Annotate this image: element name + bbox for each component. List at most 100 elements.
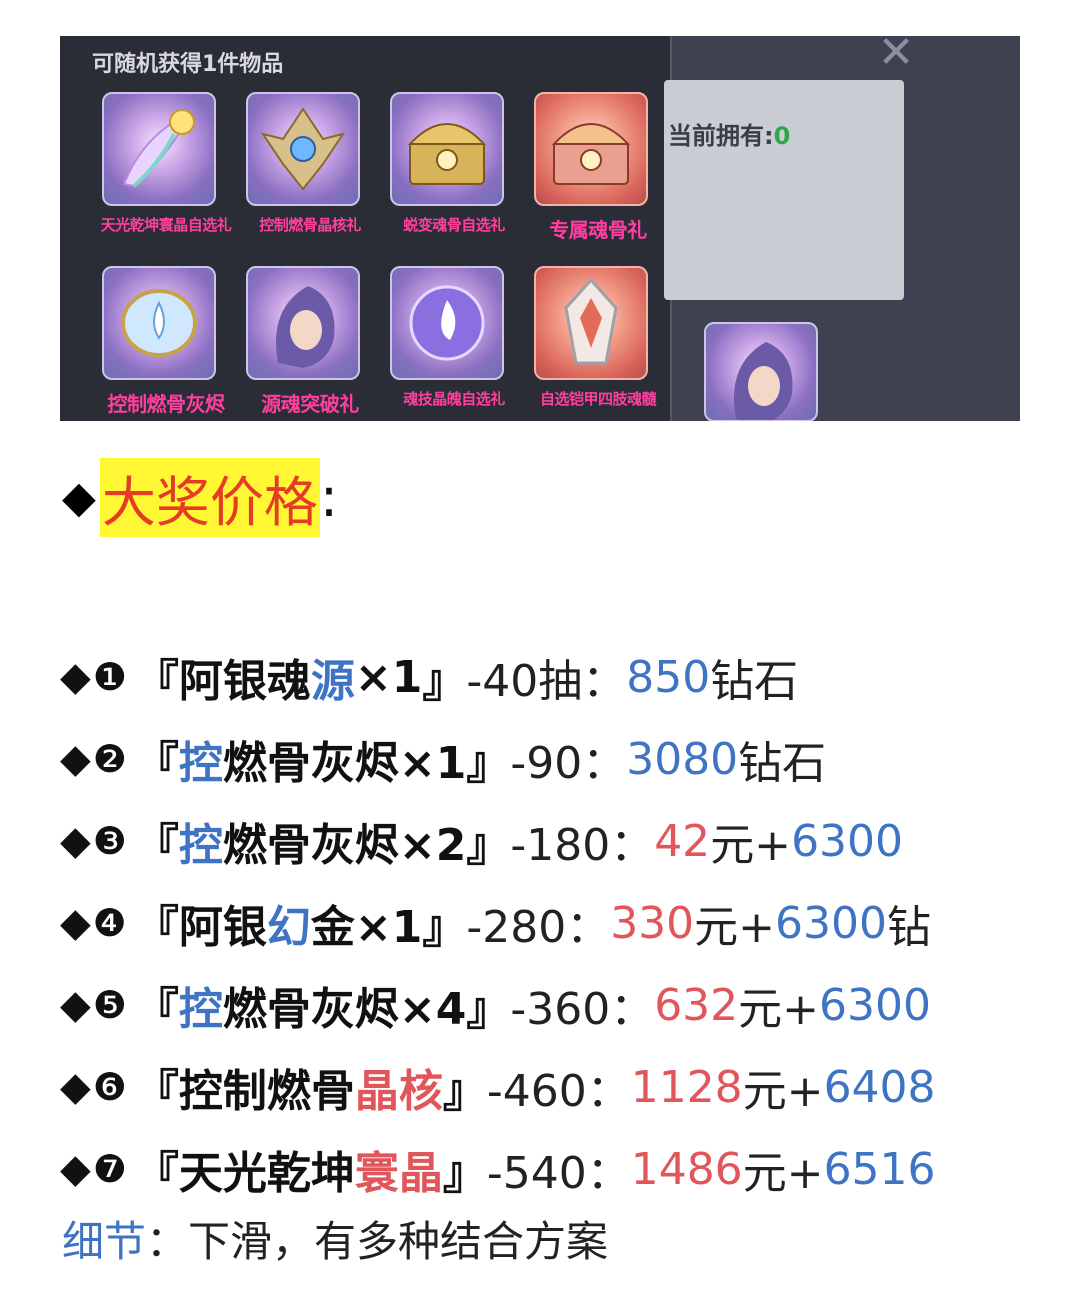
silver-crest-icon [534, 266, 648, 380]
bracket-open: 『 [134, 1148, 179, 1199]
owned-count: 当前拥有:0 [668, 116, 790, 151]
item-name-suffix: 燃骨灰烬×4 [222, 984, 467, 1035]
close-icon[interactable]: ✕ [868, 36, 924, 76]
diamond-icon: ◆ [60, 1146, 91, 1192]
panel-title: 可随机获得1件物品 [92, 52, 284, 77]
item-name-suffix: ×1 [354, 651, 423, 703]
price-row: ◆ ❸ 『控燃骨灰烬×2』 -180： 42 元+ 6300 [60, 800, 1060, 882]
bracket-close: 』 [466, 738, 511, 789]
bracket-open: 『 [134, 902, 179, 953]
diamond-price: 6408 [823, 1061, 936, 1113]
cash-price: 42 [654, 815, 711, 867]
bracket-open: 『 [134, 1066, 179, 1117]
owned-label: 当前拥有: [668, 122, 774, 150]
flame-orb-icon [390, 266, 504, 380]
winged-crystal-icon [102, 92, 216, 206]
reward-item[interactable]: 魂技晶魄自选礼 [380, 266, 520, 421]
diamond-icon: ◆ [60, 818, 91, 864]
reward-item[interactable]: 控制燃骨灰烬 [92, 266, 232, 421]
price-list: ◆ ❶ 『阿银魂源 ×1』 -40抽： 850 钻石 ◆ ❷ 『控燃骨灰烬×1』 -90： 3080… [60, 636, 1060, 1210]
bracket-close: 』 [442, 1066, 487, 1117]
character-portrait-icon [246, 266, 360, 380]
detail-line: 细节：下滑，有多种结合方案 [62, 1208, 608, 1269]
price-unit: 元+ [710, 820, 792, 871]
cash-price: 1486 [630, 1143, 743, 1195]
diamond-icon: ◆ [60, 654, 91, 700]
game-screenshot: 可随机获得1件物品 天光乾坤寰晶自选礼 控制燃骨晶核礼 蜕变魂骨自选礼 专属魂骨… [60, 36, 1020, 421]
reward-label: 源魂突破礼 [261, 392, 359, 416]
character-portrait-icon[interactable] [704, 322, 818, 421]
draw-cost: -540： [486, 1148, 631, 1199]
title-highlight: 大奖价格 [99, 458, 320, 537]
reward-item[interactable]: 源魂突破礼 [236, 266, 376, 421]
bracket-open: 『 [134, 738, 179, 789]
owned-value: 0 [773, 122, 791, 150]
diamond-price: 6300 [791, 815, 904, 867]
diamond-icon: ◆ [60, 982, 91, 1028]
item-name-suffix: 金×1 [310, 902, 423, 953]
bracket-close: 』 [422, 656, 467, 707]
item-name: 阿银 [178, 902, 267, 953]
article-page: 可随机获得1件物品 天光乾坤寰晶自选礼 控制燃骨晶核礼 蜕变魂骨自选礼 专属魂骨… [0, 0, 1080, 1316]
red-treasure-chest-icon [534, 92, 648, 206]
draw-cost: -280： [466, 902, 611, 953]
price-row: ◆ ❷ 『控燃骨灰烬×1』 -90： 3080 钻石 [60, 718, 1060, 800]
reward-item[interactable]: 自选铠甲四肢魂髓 [524, 266, 664, 421]
diamond-price: 6300 [775, 897, 888, 949]
owned-box [664, 80, 904, 300]
reward-item[interactable]: 天光乾坤寰晶自选礼 [92, 92, 232, 257]
item-name: 控制燃骨 [178, 1066, 355, 1117]
treasure-chest-icon [390, 92, 504, 206]
side-panel: ✕ 当前拥有:0 [664, 36, 1020, 421]
reward-label: 专属魂骨礼 [549, 218, 647, 242]
diamond-icon: ◆ [60, 1064, 91, 1110]
row-number: ❸ [92, 819, 127, 863]
cash-price: 330 [610, 897, 695, 949]
row-number: ❹ [92, 901, 127, 945]
draw-cost: -460： [486, 1066, 631, 1117]
item-name-highlight: 控 [178, 738, 223, 789]
item-name-suffix: 燃骨灰烬×1 [222, 738, 467, 789]
bracket-close: 』 [466, 820, 511, 871]
item-name-highlight: 控 [178, 984, 223, 1035]
price-row: ◆ ❺ 『控燃骨灰烬×4』 -360： 632 元+ 6300 [60, 964, 1060, 1046]
reward-label: 天光乾坤寰晶自选礼 [100, 216, 232, 234]
reward-item[interactable]: 专属魂骨礼 [524, 92, 664, 257]
item-name-highlight: 源 [310, 656, 355, 707]
reward-label: 控制燃骨晶核礼 [259, 216, 361, 234]
reward-item[interactable]: 控制燃骨晶核礼 [236, 92, 376, 257]
row-number: ❼ [92, 1147, 127, 1191]
bracket-close: 』 [422, 902, 467, 953]
draw-cost: -40抽： [466, 656, 627, 707]
diamond-icon: ◆ [60, 736, 91, 782]
item-name-highlight: 幻 [266, 902, 311, 953]
price-row: ◆ ❹ 『阿银幻金×1』 -280： 330 元+ 6300 钻 [60, 882, 1060, 964]
price-unit: 元+ [742, 1066, 824, 1117]
bracket-open: 『 [134, 656, 179, 707]
reward-item[interactable]: 蜕变魂骨自选礼 [380, 92, 520, 257]
reward-label: 魂技晶魄自选礼 [403, 390, 505, 408]
reward-label: 蜕变魂骨自选礼 [403, 216, 505, 234]
armor-crest-icon [246, 92, 360, 206]
price-unit: 元+ [694, 902, 776, 953]
price-unit: 元+ [738, 984, 820, 1035]
price-unit: 钻石 [738, 738, 827, 789]
price-unit: 元+ [742, 1148, 824, 1199]
bracket-open: 『 [134, 984, 179, 1035]
row-number: ❷ [92, 737, 127, 781]
item-name: 阿银魂 [178, 656, 311, 707]
cash-price: 1128 [630, 1061, 743, 1113]
section-title: ◆ 大奖价格 : [62, 458, 338, 537]
diamond-unit: 钻 [887, 902, 932, 953]
price-unit: 钻石 [710, 656, 799, 707]
bracket-close: 』 [466, 984, 511, 1035]
reward-label: 自选铠甲四肢魂髓 [539, 390, 657, 408]
bracket-open: 『 [134, 820, 179, 871]
row-number: ❻ [92, 1065, 127, 1109]
diamond-price: 6516 [823, 1143, 936, 1195]
bracket-close: 』 [442, 1148, 487, 1199]
reward-label: 控制燃骨灰烬 [107, 392, 226, 416]
draw-cost: -180： [510, 820, 655, 871]
random-reward-panel: 可随机获得1件物品 天光乾坤寰晶自选礼 控制燃骨晶核礼 蜕变魂骨自选礼 专属魂骨… [60, 36, 672, 421]
diamond-icon: ◆ [62, 472, 96, 523]
